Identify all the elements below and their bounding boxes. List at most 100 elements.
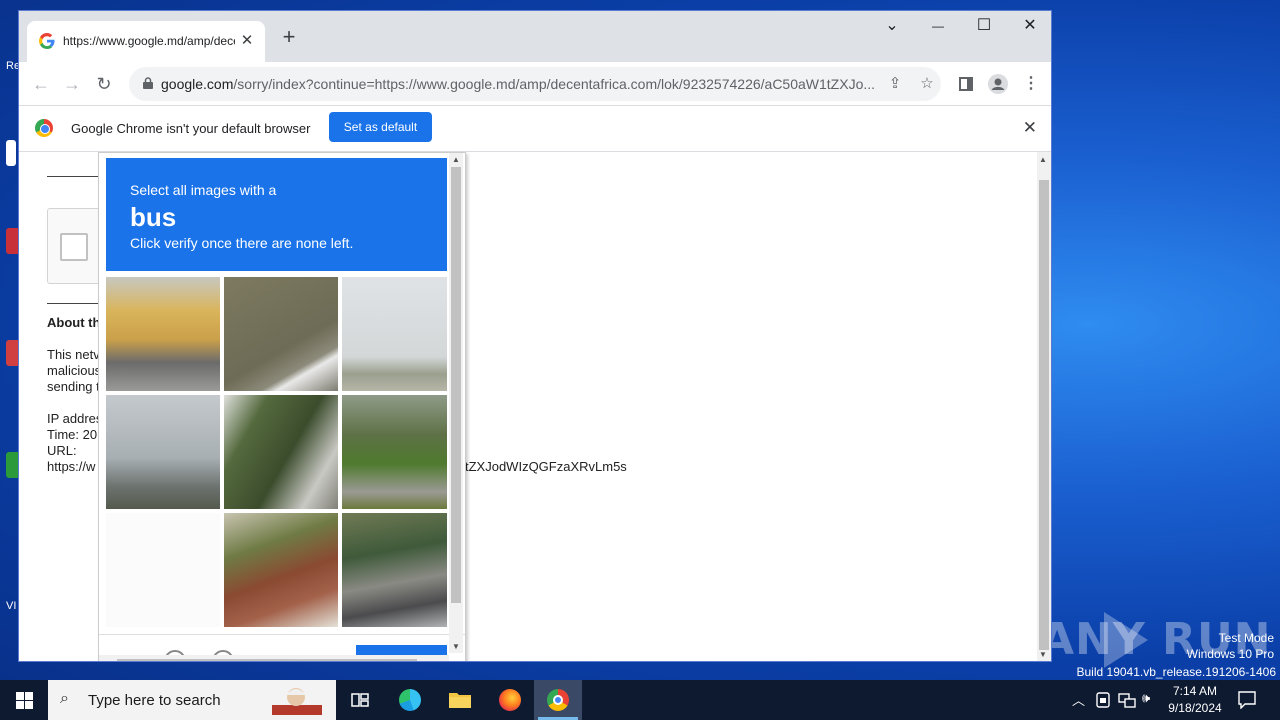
toolbar: ← → ↻ google.com/sorry/index?continue=ht… — [19, 62, 1051, 106]
url-value-tail: tZXJodWIzQGFzaXRvLm5s — [465, 459, 627, 474]
network-icon[interactable] — [1118, 692, 1136, 708]
taskbar-firefox[interactable] — [486, 680, 534, 720]
windows-taskbar: ⌕ Type here to search ︿ 🕪 7:14 AM 9/18/2… — [0, 680, 1280, 720]
clock-date: 9/18/2024 — [1168, 701, 1222, 715]
captcha-tile-2[interactable] — [224, 277, 338, 391]
folder-icon — [449, 693, 471, 708]
ip-address-line: IP addres — [47, 411, 103, 426]
captcha-tile-9[interactable] — [342, 513, 447, 627]
scrollbar-thumb[interactable] — [117, 659, 417, 661]
captcha-tile-6[interactable] — [342, 395, 447, 509]
scroll-down-arrow-icon[interactable]: ▼ — [1039, 650, 1047, 659]
chrome-logo-icon — [35, 119, 53, 137]
firefox-icon — [499, 689, 521, 711]
scrollbar-thumb[interactable] — [1039, 180, 1049, 650]
captcha-challenge-popup: Select all images with a bus Click verif… — [98, 152, 466, 661]
tab-close-button[interactable]: ✕ — [237, 31, 257, 51]
captcha-tile-4[interactable] — [106, 395, 220, 509]
bookmark-star-icon[interactable]: ☆ — [917, 74, 937, 94]
url-value-start: https://w — [47, 459, 96, 474]
build-label: Build 19041.vb_release.191206-1406 — [1076, 665, 1277, 679]
captcha-instruction: Select all images with a — [130, 182, 277, 198]
url-host: google.com — [161, 76, 234, 92]
tab-active[interactable]: https://www.google.md/amp/decentafrica.c… — [27, 21, 265, 62]
search-icon: ⌕ — [60, 690, 69, 707]
task-view-icon — [351, 693, 369, 707]
taskbar-search-box[interactable]: ⌕ Type here to search — [48, 680, 336, 720]
scrollbar-thumb[interactable] — [451, 167, 461, 603]
test-mode-label: Test Mode — [1218, 631, 1274, 645]
url-label: URL: — [47, 443, 77, 458]
google-g-icon — [39, 33, 55, 49]
infobar-message: Google Chrome isn't your default browser — [71, 121, 311, 136]
taskbar-edge[interactable] — [386, 680, 434, 720]
taskbar-file-explorer[interactable] — [436, 680, 484, 720]
para-line: malicious — [47, 363, 102, 378]
set-as-default-button[interactable]: Set as default — [329, 112, 432, 142]
captcha-image-grid — [106, 277, 447, 628]
tab-strip: https://www.google.md/amp/decentafrica.c… — [19, 11, 1051, 62]
scroll-up-arrow-icon[interactable]: ▲ — [452, 155, 460, 164]
search-highlight-illustration-icon — [272, 688, 322, 715]
url-text: google.com/sorry/index?continue=https://… — [161, 76, 879, 92]
system-clock[interactable]: 7:14 AM 9/18/2024 — [1162, 683, 1228, 717]
captcha-tile-1[interactable] — [106, 277, 220, 391]
meet-now-icon[interactable] — [1096, 692, 1110, 708]
windows-logo-icon — [16, 701, 24, 709]
scroll-up-arrow-icon[interactable]: ▲ — [1039, 155, 1047, 164]
page-vertical-scrollbar[interactable]: ▲ ▼ — [1037, 152, 1051, 661]
maximize-button[interactable]: ☐ — [961, 11, 1007, 43]
new-tab-button[interactable]: + — [277, 26, 301, 50]
captcha-tile-8[interactable] — [224, 513, 338, 627]
captcha-subinstruction: Click verify once there are none left. — [130, 235, 354, 251]
chrome-window: https://www.google.md/amp/decentafrica.c… — [18, 10, 1052, 662]
tab-search-button[interactable]: ⌄ — [869, 11, 915, 43]
scroll-down-arrow-icon[interactable]: ▼ — [452, 642, 460, 651]
about-heading: About th — [47, 315, 101, 330]
share-icon[interactable]: ⇪ — [885, 74, 905, 94]
infobar-close-button[interactable]: ✕ — [1023, 118, 1037, 138]
time-line: Time: 20: — [47, 427, 101, 442]
minimize-button[interactable]: — — [915, 11, 961, 43]
taskbar-chrome[interactable] — [534, 680, 582, 720]
address-bar[interactable]: google.com/sorry/index?continue=https://… — [129, 67, 941, 101]
chrome-icon — [547, 689, 569, 711]
clock-time: 7:14 AM — [1172, 684, 1218, 698]
menu-kebab-icon[interactable]: ⋮ — [1019, 72, 1043, 96]
scroll-left-arrow-icon[interactable]: ◀ — [103, 660, 109, 661]
para-line: This netv — [47, 347, 100, 362]
captcha-vertical-scrollbar[interactable]: ▲ ▼ — [449, 153, 463, 653]
windows-edition-label: Windows 10 Pro — [1186, 647, 1274, 661]
task-view-button[interactable] — [336, 680, 384, 720]
search-placeholder: Type here to search — [88, 692, 221, 709]
para-line: sending t — [47, 379, 100, 394]
profile-avatar-icon[interactable] — [986, 72, 1010, 96]
captcha-header: Select all images with a bus Click verif… — [106, 158, 447, 271]
lock-icon — [143, 77, 153, 89]
windows-logo-icon — [16, 692, 24, 700]
edge-icon — [399, 689, 421, 711]
reload-icon[interactable]: ↻ — [92, 72, 116, 96]
captcha-horizontal-scrollbar[interactable]: ◀ ▶ — [99, 655, 449, 661]
recaptcha-checkbox[interactable] — [60, 233, 88, 261]
close-window-button[interactable]: ✕ — [1007, 11, 1051, 43]
page-content: About th This netv malicious sending t I… — [19, 152, 1051, 661]
captcha-footer-divider — [99, 634, 465, 635]
notifications-icon[interactable] — [1238, 691, 1256, 709]
side-panel-icon[interactable] — [954, 72, 978, 96]
start-button[interactable] — [0, 680, 48, 720]
back-icon[interactable]: ← — [29, 72, 53, 96]
windows-logo-icon — [25, 692, 33, 700]
desktop-icon-label: VI — [6, 600, 17, 612]
scroll-right-arrow-icon[interactable]: ▶ — [435, 660, 441, 661]
volume-icon[interactable]: 🕪 — [1142, 690, 1150, 706]
show-hidden-icons-chevron-icon[interactable]: ︿ — [1072, 690, 1085, 709]
default-browser-infobar: Google Chrome isn't your default browser… — [19, 106, 1051, 152]
captcha-tile-3[interactable] — [342, 277, 447, 391]
forward-icon[interactable]: → — [60, 72, 84, 96]
captcha-target-word: bus — [130, 202, 177, 232]
captcha-tile-5[interactable] — [224, 395, 338, 509]
tab-title: https://www.google.md/amp/decentafrica.c… — [63, 34, 235, 48]
captcha-tile-7[interactable] — [106, 513, 220, 627]
desktop-app-icon[interactable] — [6, 140, 16, 166]
